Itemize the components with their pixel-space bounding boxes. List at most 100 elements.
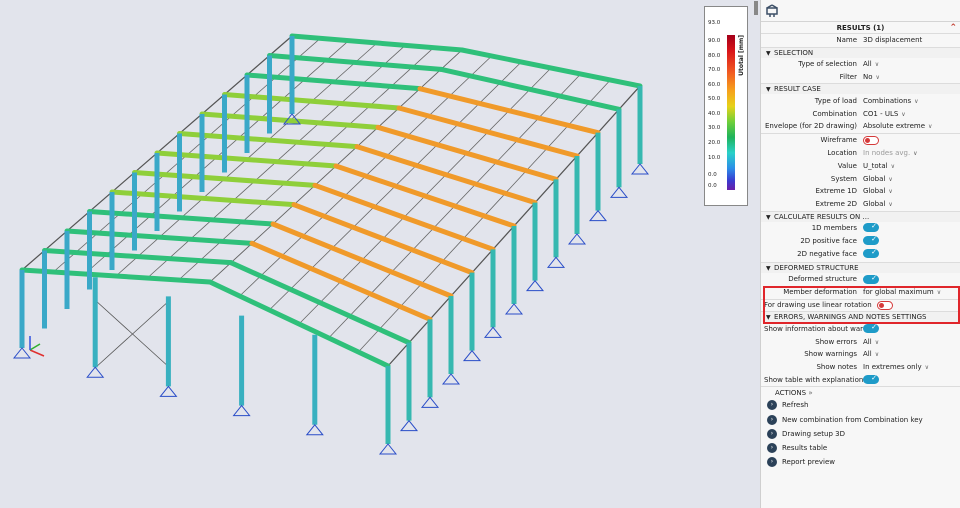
wireframe-toggle[interactable] <box>863 135 879 145</box>
extreme-2d-select[interactable]: Global ∨ <box>863 200 960 208</box>
section-calculate-results[interactable]: ▼ CALCULATE RESULTS ON ... <box>761 210 960 222</box>
legend-value: 0.0 <box>708 183 717 189</box>
section-selection-label: SELECTION <box>774 48 814 57</box>
combination-value: CO1 - ULS <box>863 109 899 118</box>
show-warnings-value: All <box>863 350 872 359</box>
show-warnings-select[interactable]: All ∨ <box>863 350 960 358</box>
extreme-1d-select[interactable]: Global ∨ <box>863 187 960 195</box>
chevron-down-icon: ∨ <box>914 97 919 105</box>
support-icon <box>399 419 419 432</box>
filter-select[interactable]: No ∨ <box>863 73 960 81</box>
rafter <box>132 170 318 188</box>
action-item[interactable]: › New combination from Combination key <box>761 413 960 427</box>
envelope-label: Envelope (for 2D drawing) <box>764 122 857 131</box>
show-errors-select[interactable]: All ∨ <box>863 338 960 346</box>
rafter <box>375 124 559 182</box>
legend-value: 70.0 <box>708 67 721 73</box>
support-icon <box>630 163 650 175</box>
action-item[interactable]: › Report preview <box>761 455 960 469</box>
section-deformed-label: DEFORMED STRUCTURE <box>774 263 859 272</box>
type-of-load-value: Combinations <box>863 96 912 105</box>
envelope-value: Absolute extreme <box>863 122 926 131</box>
rafter <box>177 131 360 150</box>
show-table-label: Show table with explanation ... <box>764 375 863 384</box>
1d-members-label: 1D members <box>811 223 857 232</box>
model-viewport[interactable] <box>0 0 758 508</box>
legend-value: 50.0 <box>708 96 721 102</box>
show-notes-select[interactable]: In extremes only ∨ <box>863 363 960 371</box>
action-item[interactable]: › Drawing setup 3D <box>761 427 960 441</box>
value-row: Value U_total ∨ <box>761 159 960 172</box>
chevron-right-circle-icon: › <box>767 428 777 439</box>
section-selection[interactable]: ▼ SELECTION <box>761 46 960 58</box>
deformed-structure-label: Deformed structure <box>788 275 857 284</box>
section-deformed-structure[interactable]: ▼ DEFORMED STRUCTURE <box>761 261 960 273</box>
support-icon <box>305 423 324 436</box>
support-icon <box>504 303 524 315</box>
value-select[interactable]: U_total ∨ <box>863 162 960 170</box>
legend-value: 10.0 <box>708 155 721 161</box>
roof-grid <box>21 35 641 369</box>
extreme-2d-value: Global <box>863 200 886 209</box>
chevron-down-icon: ∨ <box>875 73 880 81</box>
actions-header[interactable]: ACTIONS » <box>761 386 960 398</box>
location-label: Location <box>827 148 857 157</box>
legend-value: 90.0 <box>708 38 721 44</box>
show-info-toggle[interactable] <box>863 324 879 334</box>
support-icon <box>609 186 629 198</box>
combination-select[interactable]: CO1 - ULS ∨ <box>863 110 960 118</box>
chevron-down-icon: ∨ <box>888 175 893 183</box>
action-item[interactable]: › Refresh <box>761 398 960 412</box>
filter-row: Filter No ∨ <box>761 71 960 84</box>
action-item[interactable]: › Results table <box>761 441 960 455</box>
support-icon <box>12 347 32 359</box>
type-of-load-label: Type of load <box>814 96 857 105</box>
location-row: Location In nodes avg. ∨ <box>761 147 960 160</box>
action-label: Drawing setup 3D <box>782 429 845 438</box>
type-of-selection-select[interactable]: All ∨ <box>863 60 960 68</box>
chevron-down-icon: ∨ <box>901 110 906 118</box>
highlight-deformed-structure <box>763 286 960 324</box>
envelope-select[interactable]: Absolute extreme ∨ <box>863 122 960 130</box>
chevron-down-icon: ∨ <box>888 201 893 209</box>
type-of-load-select[interactable]: Combinations ∨ <box>863 97 960 105</box>
rafter <box>354 144 538 206</box>
support-icon <box>546 256 566 268</box>
system-row: System Global ∨ <box>761 172 960 185</box>
section-calculate-label: CALCULATE RESULTS ON ... <box>774 212 870 221</box>
value-value: U_total <box>863 161 888 170</box>
rafter <box>222 92 402 111</box>
show-notes-value: In extremes only <box>863 363 922 372</box>
show-table-toggle[interactable] <box>863 375 879 385</box>
extreme-1d-row: Extreme 1D Global ∨ <box>761 185 960 198</box>
2d-positive-face-row: 2D positive face <box>761 234 960 247</box>
2d-negative-face-toggle[interactable] <box>863 249 879 259</box>
structure-3d-model[interactable] <box>0 0 758 508</box>
1d-members-toggle[interactable] <box>863 223 879 233</box>
legend-pin-icon[interactable] <box>754 1 758 15</box>
name-value[interactable]: 3D displacement <box>863 36 960 44</box>
rafter <box>87 209 276 227</box>
chevron-down-icon: ∨ <box>874 338 880 346</box>
2d-positive-face-toggle[interactable] <box>863 236 879 246</box>
location-select[interactable]: In nodes avg. ∨ <box>863 149 960 157</box>
collapse-icon[interactable]: ⌃ <box>949 22 957 34</box>
wireframe-row: Wireframe <box>761 134 960 147</box>
model-view-icon[interactable] <box>765 4 779 18</box>
rafter <box>396 105 580 159</box>
legend-value: 40.0 <box>708 111 721 117</box>
support-icon <box>567 233 587 245</box>
legend-color-bar <box>727 35 735 190</box>
panel-title-text: RESULTS (1) <box>836 24 885 32</box>
support-icon <box>232 404 251 417</box>
support-icon <box>159 385 178 397</box>
deformed-structure-toggle[interactable] <box>863 274 879 284</box>
section-result-case[interactable]: ▼ RESULT CASE <box>761 83 960 95</box>
type-of-selection-label: Type of selection <box>798 60 857 69</box>
2d-negative-face-label: 2D negative face <box>797 249 857 258</box>
rafter <box>333 163 517 229</box>
support-icon <box>86 366 105 378</box>
rafter <box>19 267 213 285</box>
system-select[interactable]: Global ∨ <box>863 175 960 183</box>
extreme-1d-label: Extreme 1D <box>815 187 857 196</box>
